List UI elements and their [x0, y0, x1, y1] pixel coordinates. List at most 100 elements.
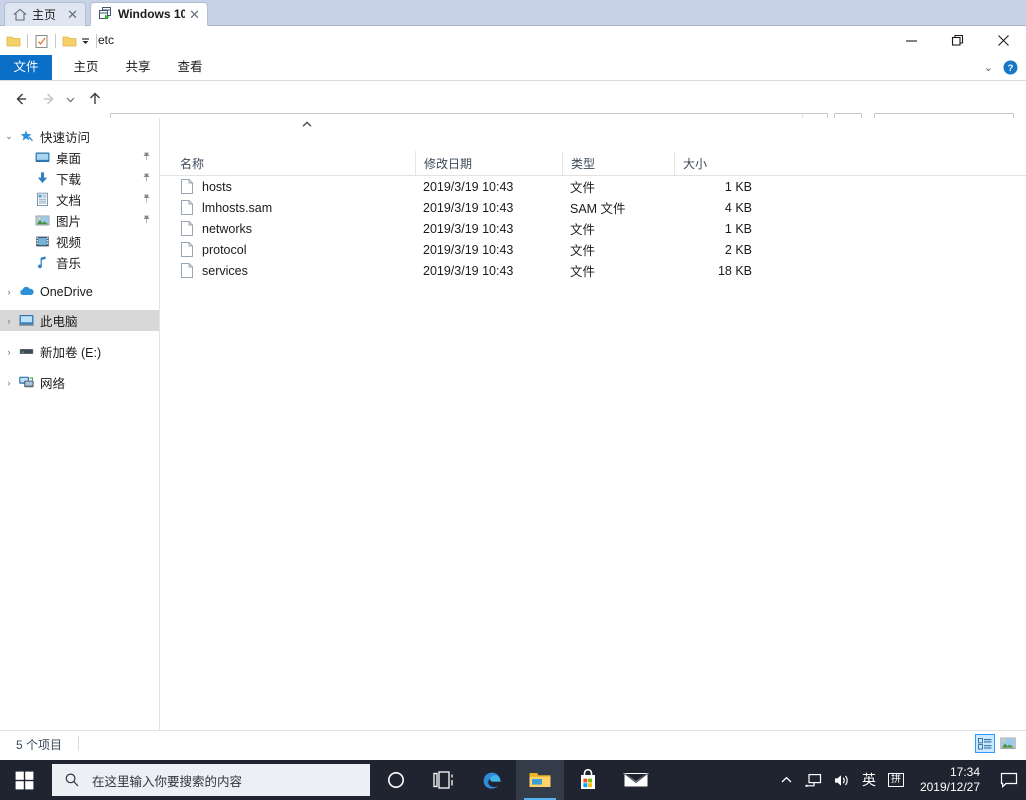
large-icons-view-button[interactable]	[998, 734, 1018, 753]
file-size: 1 KB	[674, 222, 764, 236]
vm-tab-windows10[interactable]: Windows 10 ✕	[90, 2, 208, 26]
ribbon-right-controls: ⌄ ?	[984, 55, 1018, 80]
taskbar-search-placeholder: 在这里输入你要搜索的内容	[92, 771, 242, 790]
sidebar-item-label: 图片	[56, 211, 141, 230]
sidebar-item-new-volume-e[interactable]: › 新加卷 (E:)	[0, 341, 159, 362]
tab-share[interactable]: 共享	[112, 55, 164, 80]
chevron-down-icon[interactable]: ⌄	[0, 131, 18, 142]
recent-locations-button[interactable]	[60, 86, 80, 112]
task-view-icon[interactable]	[420, 760, 468, 800]
status-bar: 5 个项目	[0, 730, 1026, 756]
close-button[interactable]	[980, 26, 1026, 55]
maximize-button[interactable]	[934, 26, 980, 55]
chevron-right-icon[interactable]: ›	[0, 347, 18, 357]
sidebar-item-pictures[interactable]: 图片	[0, 210, 159, 231]
back-button[interactable]	[8, 86, 34, 112]
title-bar: etc	[0, 26, 1026, 55]
toolbar-divider	[55, 34, 56, 48]
file-list-pane: 名称 修改日期 类型 大小	[160, 118, 1026, 730]
volume-tray-icon[interactable]	[828, 760, 856, 800]
vm-tab-home[interactable]: 主页 ✕	[4, 2, 86, 26]
window-controls	[888, 26, 1026, 55]
minimize-button[interactable]	[888, 26, 934, 55]
tab-view[interactable]: 查看	[164, 55, 216, 80]
table-row[interactable]: services 2019/3/19 10:43 文件 18 KB	[160, 260, 1026, 281]
pin-icon[interactable]	[141, 214, 153, 228]
sidebar-item-network[interactable]: › 网络	[0, 372, 159, 393]
ribbon-tab-bar: 文件 主页 共享 查看 ⌄ ?	[0, 55, 1026, 81]
ime-pinyin-indicator[interactable]: 拼	[882, 760, 910, 800]
desktop-icon	[34, 149, 51, 166]
folder-icon[interactable]	[5, 33, 22, 50]
chevron-right-icon[interactable]: ›	[0, 287, 18, 297]
sidebar-item-videos[interactable]: 视频	[0, 231, 159, 252]
sort-ascending-icon	[300, 120, 314, 131]
table-row[interactable]: networks 2019/3/19 10:43 文件 1 KB	[160, 218, 1026, 239]
tab-file[interactable]: 文件	[0, 55, 52, 80]
clock[interactable]: 17:34 2019/12/27	[910, 760, 992, 800]
forward-button[interactable]	[36, 86, 62, 112]
up-button[interactable]	[82, 86, 108, 112]
microsoft-store-icon[interactable]	[564, 760, 612, 800]
mail-icon[interactable]	[612, 760, 660, 800]
sidebar-item-quick-access[interactable]: ⌄ 快速访问	[0, 126, 159, 147]
table-row[interactable]: hosts 2019/3/19 10:43 文件 1 KB	[160, 176, 1026, 197]
chevron-right-icon[interactable]: ›	[0, 378, 18, 388]
documents-icon	[34, 191, 51, 208]
sidebar-item-label: 新加卷 (E:)	[40, 342, 153, 361]
file-size: 4 KB	[674, 201, 764, 215]
sidebar-item-label: 音乐	[56, 253, 153, 272]
properties-icon[interactable]	[33, 33, 50, 50]
file-name: lmhosts.sam	[202, 201, 272, 215]
file-name: hosts	[202, 180, 232, 194]
details-view-button[interactable]	[975, 734, 995, 753]
edge-icon[interactable]	[468, 760, 516, 800]
file-size: 2 KB	[674, 243, 764, 257]
network-tray-icon[interactable]	[800, 760, 828, 800]
sidebar-item-desktop[interactable]: 桌面	[0, 147, 159, 168]
tab-home[interactable]: 主页	[60, 55, 112, 80]
file-type: SAM 文件	[562, 198, 674, 217]
file-name: protocol	[202, 243, 246, 257]
close-icon[interactable]: ✕	[189, 8, 200, 21]
help-icon[interactable]: ?	[1003, 60, 1018, 75]
column-header-type[interactable]: 类型	[562, 151, 674, 176]
table-row[interactable]: protocol 2019/3/19 10:43 文件 2 KB	[160, 239, 1026, 260]
pictures-icon	[34, 212, 51, 229]
start-button[interactable]	[0, 760, 48, 800]
address-bar-row: › 此电脑 › 本地磁盘 (C:) › Windows › System32 ›…	[0, 81, 1026, 118]
sidebar-item-label: 下载	[56, 169, 141, 188]
column-header-size[interactable]: 大小	[674, 151, 764, 176]
action-center-icon[interactable]	[992, 760, 1026, 800]
sidebar-item-label: OneDrive	[40, 285, 153, 299]
pin-icon[interactable]	[141, 151, 153, 165]
pin-icon[interactable]	[141, 172, 153, 186]
customize-caret-icon[interactable]	[80, 35, 91, 48]
file-name: services	[202, 264, 248, 278]
vm-tab-strip: 主页 ✕ Windows 10 ✕	[0, 0, 1026, 26]
chevron-right-icon[interactable]: ›	[0, 316, 18, 326]
column-header-date-modified[interactable]: 修改日期	[415, 151, 562, 176]
sidebar-item-music[interactable]: 音乐	[0, 252, 159, 273]
file-explorer-icon[interactable]	[516, 760, 564, 800]
sidebar-item-downloads[interactable]: 下载	[0, 168, 159, 189]
item-count-label: 5 个项目	[16, 736, 62, 753]
column-header-name[interactable]: 名称	[160, 151, 415, 176]
sidebar-item-label: 桌面	[56, 148, 141, 167]
window-title: etc	[98, 32, 114, 49]
taskbar-search-input[interactable]: 在这里输入你要搜索的内容	[52, 764, 370, 796]
sidebar-item-onedrive[interactable]: › OneDrive	[0, 281, 159, 302]
ime-mode-indicator[interactable]: 英	[856, 760, 882, 800]
sidebar-item-documents[interactable]: 文档	[0, 189, 159, 210]
tray-overflow-button[interactable]	[774, 760, 800, 800]
cortana-icon[interactable]	[372, 760, 420, 800]
sidebar-item-this-pc[interactable]: › 此电脑	[0, 310, 159, 331]
table-row[interactable]: lmhosts.sam 2019/3/19 10:43 SAM 文件 4 KB	[160, 197, 1026, 218]
pin-icon[interactable]	[141, 193, 153, 207]
file-type: 文件	[562, 240, 674, 259]
videos-icon	[34, 233, 51, 250]
new-folder-icon[interactable]	[61, 33, 78, 50]
status-divider	[78, 736, 79, 751]
close-icon[interactable]: ✕	[67, 8, 78, 21]
chevron-down-icon[interactable]: ⌄	[984, 61, 993, 74]
